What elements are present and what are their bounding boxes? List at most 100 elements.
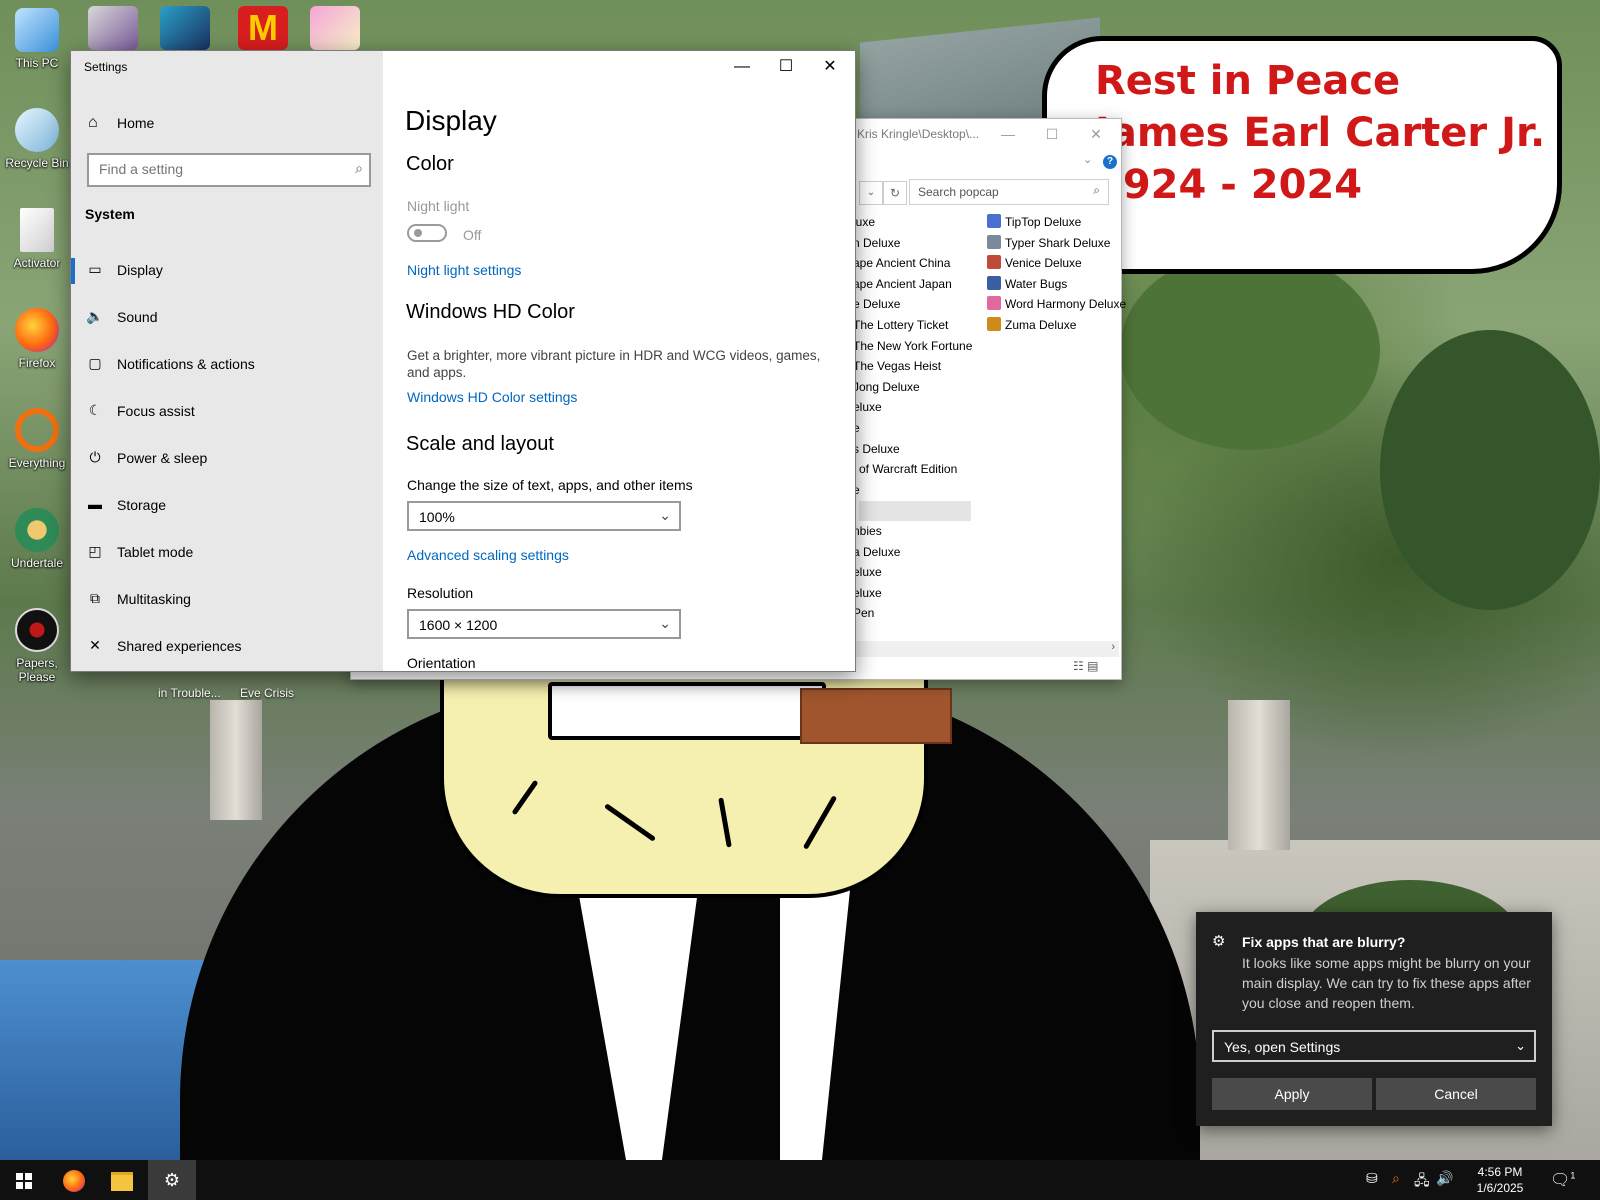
search-input[interactable] [97, 160, 341, 178]
file-list-item[interactable]: Jong Deluxe [853, 377, 920, 397]
nav-item-focus-assist[interactable]: ☾ Focus assist [71, 391, 383, 431]
ribbon-expand-icon[interactable]: ⌄ [1083, 153, 1092, 166]
moon-icon: ☾ [88, 402, 102, 418]
hdr-heading: Windows HD Color [406, 301, 575, 323]
night-light-settings-link[interactable]: Night light settings [407, 262, 521, 278]
file-list-item[interactable]: Zuma Deluxe [987, 315, 1076, 335]
taskbar-settings[interactable]: ⚙ [148, 1160, 196, 1200]
apply-button[interactable]: Apply [1212, 1078, 1372, 1110]
recycle-bin-icon [15, 108, 59, 152]
toast-action-select[interactable]: Yes, open Settings ⌄ [1212, 1030, 1536, 1062]
resolution-dropdown[interactable]: 1600 × 1200 ⌄ [407, 609, 681, 639]
scroll-right-icon[interactable]: › [1111, 641, 1115, 653]
file-list-item[interactable]: Typer Shark Deluxe [987, 233, 1110, 253]
game-shortcut-icon [987, 275, 1001, 290]
hdr-settings-link[interactable]: Windows HD Color settings [407, 389, 577, 405]
wallpaper-bush [1120, 250, 1380, 450]
desktop-icon-firefox[interactable]: Firefox [0, 308, 74, 370]
file-list-item[interactable]: l of Warcraft Edition [853, 459, 957, 479]
desktop-icon-everything[interactable]: Everything [0, 408, 74, 470]
file-list-item[interactable]: nbies [853, 521, 882, 541]
file-list-item[interactable]: Word Harmony Deluxe [987, 294, 1126, 314]
clock-time: 4:56 PM [1477, 1165, 1523, 1179]
nav-item-label: Focus assist [117, 403, 195, 419]
everything-search-icon[interactable]: ⌕ [1392, 1170, 1400, 1187]
network-share-icon[interactable]: ⛁ [1366, 1170, 1378, 1187]
nav-item-storage[interactable]: ▬ Storage [71, 485, 383, 525]
file-list-item[interactable]: Water Bugs [987, 274, 1067, 294]
desktop-icon-recycle-bin[interactable]: Recycle Bin [0, 108, 74, 170]
nav-home[interactable]: ⌂ Home [71, 109, 383, 137]
nav-item-shared-experiences[interactable]: ✕ Shared experiences [71, 626, 383, 666]
search-icon: ⌕ [355, 160, 363, 176]
advanced-scaling-link[interactable]: Advanced scaling settings [407, 547, 569, 563]
windows-logo-icon [16, 1173, 32, 1190]
file-list-item[interactable]: eluxe [853, 397, 882, 417]
file-list-item[interactable]: ape Ancient Japan [853, 274, 952, 294]
file-list-item[interactable]: eluxe [853, 562, 882, 582]
notification-icon: ▢ [88, 355, 102, 371]
pig-icon[interactable] [310, 6, 360, 50]
settings-window[interactable]: Settings ⌂ Home ⌕ System ▭ Display 🔈 Sound ▢… [70, 50, 856, 672]
mcdonalds-icon[interactable]: M [238, 6, 288, 50]
network-icon[interactable]: 🖧 [1414, 1170, 1430, 1194]
desktop-icon-papers-please[interactable]: Papers, Please [0, 608, 74, 684]
gear-icon: ⚙ [163, 1170, 181, 1190]
nav-item-display[interactable]: ▭ Display [71, 250, 383, 290]
toast-select-value: Yes, open Settings [1224, 1039, 1341, 1055]
nav-item-notifications-actions[interactable]: ▢ Notifications & actions [71, 344, 383, 384]
taskbar: ⚙ ⛁ ⌕ 🖧 🔊 4:56 PM 1/6/2025 🗨1 [0, 1160, 1600, 1200]
file-list-item[interactable]: a Deluxe [853, 542, 900, 562]
volume-icon[interactable]: 🔊 [1436, 1170, 1453, 1187]
help-icon[interactable]: ? [1103, 155, 1117, 169]
nav-home-label: Home [117, 115, 155, 131]
explorer-search-box[interactable]: Search popcap ⌕ [909, 179, 1109, 205]
address-dropdown-icon[interactable]: ⌄ [859, 181, 883, 205]
scale-dropdown[interactable]: 100% ⌄ [407, 501, 681, 531]
notification-toast[interactable]: ⚙ Fix apps that are blurry? It looks lik… [1196, 912, 1552, 1126]
nav-item-multitasking[interactable]: ⧉ Multitasking [71, 579, 383, 619]
desktop-icon-this-pc[interactable]: This PC [0, 8, 74, 70]
file-list-item[interactable]: Pen [853, 603, 874, 623]
nav-item-power-sleep[interactable]: ⏻ Power & sleep [71, 438, 383, 478]
page-title: Display [405, 105, 497, 136]
start-button[interactable] [0, 1160, 48, 1200]
file-list-item[interactable]: s Deluxe [853, 439, 900, 459]
file-list-item[interactable]: eluxe [853, 583, 882, 603]
window-title: Settings [84, 60, 128, 74]
file-list-item[interactable]: The New York Fortune [853, 336, 972, 356]
desktop-icon-label[interactable]: in Trouble... [158, 686, 221, 700]
night-light-toggle[interactable] [407, 224, 447, 242]
file-list-item[interactable]: The Vegas Heist [853, 356, 941, 376]
file-list-item[interactable]: luxe [853, 212, 875, 232]
nav-item-sound[interactable]: 🔈 Sound [71, 297, 383, 337]
file-list-item[interactable]: Venice Deluxe [987, 253, 1082, 273]
nav-item-label: Sound [117, 309, 158, 325]
file-list-item[interactable]: ape Ancient China [853, 253, 950, 273]
file-list-item[interactable]: The Lottery Ticket [853, 315, 948, 335]
desktop-icon-label[interactable]: Eve Crisis [240, 686, 294, 700]
file-list-item[interactable]: n Deluxe [853, 233, 900, 253]
minimize-button[interactable]: — [991, 123, 1025, 145]
desktop-shortcut-icon[interactable] [160, 6, 210, 50]
action-center-icon[interactable]: 🗨1 [1550, 1170, 1575, 1190]
close-button[interactable]: ✕ [1079, 123, 1113, 145]
desktop-icon-label: This PC [15, 56, 59, 70]
firefox-icon [63, 1170, 85, 1193]
desktop-icon-undertale[interactable]: Undertale [0, 508, 74, 570]
nav-item-tablet-mode[interactable]: ◰ Tablet mode [71, 532, 383, 572]
maximize-button[interactable]: ☐ [1035, 123, 1069, 145]
taskbar-firefox[interactable] [50, 1160, 98, 1200]
find-setting-search[interactable]: ⌕ [87, 153, 371, 187]
system-clock[interactable]: 4:56 PM 1/6/2025 [1468, 1164, 1532, 1196]
desktop-icon-activator[interactable]: Activator [0, 208, 74, 270]
view-toggle-icons[interactable]: ☷ ▤ [1073, 659, 1098, 673]
taskbar-file-explorer[interactable] [98, 1160, 146, 1200]
refresh-icon[interactable]: ↻ [883, 181, 907, 205]
cancel-button[interactable]: Cancel [1376, 1078, 1536, 1110]
desktop-shortcut-icon[interactable] [88, 6, 138, 50]
file-list-item[interactable]: e Deluxe [853, 294, 900, 314]
file-list-item[interactable]: TipTop Deluxe [987, 212, 1081, 232]
multitasking-icon: ⧉ [90, 590, 100, 606]
horizontal-scrollbar[interactable]: › [855, 641, 1119, 657]
